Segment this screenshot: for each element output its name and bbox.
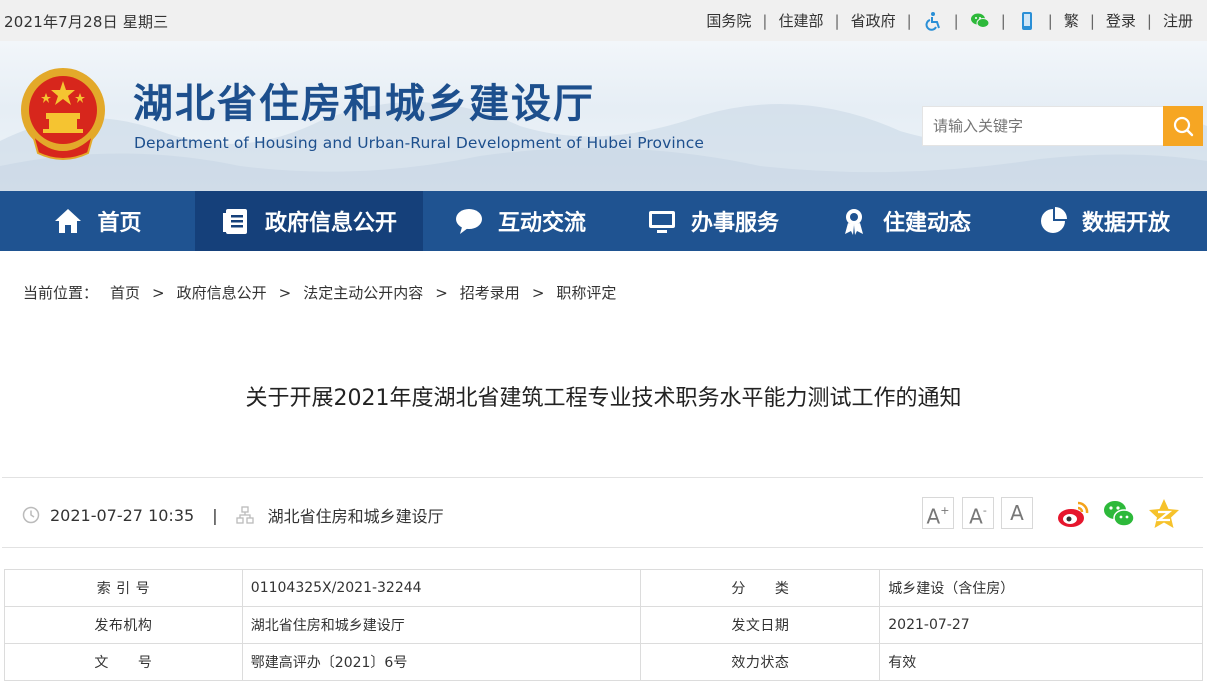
table-key: 效力状态 [640,643,881,681]
breadcrumb-item-recruitment[interactable]: 招考录用 [460,282,520,303]
national-emblem-logo [21,68,105,160]
clock-icon [22,506,40,524]
document-info-table: 索 引 号 01104325X/2021-32244 分 类 城乡建设（含住房）… [4,569,1203,681]
breadcrumb-item-home[interactable]: 首页 [110,282,140,303]
breadcrumb-arrow: > [152,283,165,302]
nav-item-label: 互动交流 [497,211,586,236]
current-date: 2021年7月28日 星期三 [4,13,169,31]
wechat-share-icon[interactable] [1102,497,1136,531]
table-key: 分 类 [640,569,881,607]
table-row: 文 号 鄂建高评办〔2021〕6号 效力状态 有效 [4,643,1203,681]
breadcrumb-item-statutory[interactable]: 法定主动公开内容 [303,282,423,303]
separator: | [1000,11,1006,30]
weibo-icon[interactable] [1056,497,1090,531]
table-row: 发布机构 湖北省住房和城乡建设厅 发文日期 2021-07-27 [4,606,1203,644]
table-key: 发文日期 [640,606,881,644]
table-value: 2021-07-27 [879,606,1203,644]
separator: | [953,11,959,30]
breadcrumb-item-gov-info[interactable]: 政府信息公开 [177,282,267,303]
link-mohurd[interactable]: 住建部 [778,10,823,31]
nav-item-gov-info[interactable]: 政府信息公开 [195,191,423,251]
nav-item-label: 首页 [97,211,142,236]
separator: | [1047,11,1053,30]
separator: | [1146,11,1152,30]
top-links: 国务院 | 住建部 | 省政府 | | | | 繁 | 登录 | 注册 [706,10,1193,31]
table-value: 湖北省住房和城乡建设厅 [241,606,642,644]
separator: | [762,11,768,30]
traditional-chinese-link[interactable]: 繁 [1064,10,1079,31]
wechat-icon[interactable] [970,11,990,31]
nav-item-label: 政府信息公开 [264,211,397,236]
publish-datetime: 2021-07-27 10:35 [50,505,195,525]
separator: | [1089,11,1095,30]
login-link[interactable]: 登录 [1106,10,1136,31]
nav-item-open-data[interactable]: 数据开放 [1001,191,1207,251]
table-row: 索 引 号 01104325X/2021-32244 分 类 城乡建设（含住房） [4,569,1203,607]
monitor-icon [648,211,675,233]
nav-item-label: 数据开放 [1081,211,1170,236]
mobile-icon[interactable] [1017,11,1037,31]
organization-icon [235,506,254,524]
qzone-star-icon[interactable] [1147,497,1181,531]
divider [2,477,1203,478]
breadcrumb: 当前位置： 首页 > 政府信息公开 > 法定主动公开内容 > 招考录用 > 职称… [23,282,616,303]
speech-bubble-icon [455,209,482,234]
font-increase-button[interactable]: A+ [922,497,954,529]
nav-item-news[interactable]: 住建动态 [809,191,1001,251]
breadcrumb-arrow: > [278,283,292,302]
publisher: 湖北省住房和城乡建设厅 [267,507,444,526]
divider [2,547,1203,548]
document-list-icon [222,209,247,234]
table-value: 01104325X/2021-32244 [241,569,642,607]
link-provincial-government[interactable]: 省政府 [851,10,896,31]
nav-item-home[interactable]: 首页 [0,191,195,251]
nav-item-services[interactable]: 办事服务 [617,191,809,251]
font-reset-button[interactable]: A [1001,497,1033,529]
separator: | [906,11,912,30]
site-subtitle: Department of Housing and Urban-Rural De… [134,134,704,152]
breadcrumb-arrow: > [435,283,448,302]
top-utility-bar: 2021年7月28日 星期三 国务院 | 住建部 | 省政府 | | | | 繁… [0,0,1207,41]
breadcrumb-lead: 当前位置： [23,284,99,302]
search-button[interactable] [1163,106,1203,146]
main-nav: 首页 政府信息公开 互动交流 办事服务 住建动态 数据开放 [0,191,1207,251]
award-ribbon-icon [844,209,863,235]
table-value: 有效 [879,643,1203,681]
breadcrumb-item-title-evaluation[interactable]: 职称评定 [556,282,616,303]
accessibility-icon[interactable] [923,11,943,31]
table-key: 发布机构 [4,606,243,644]
article-title: 关于开展2021年度湖北省建筑工程专业技术职务水平能力测试工作的通知 [245,386,962,411]
separator: | [834,11,840,30]
search-icon [1173,116,1194,137]
table-key: 文 号 [4,643,243,681]
search-input[interactable] [922,106,1164,146]
meta-divider: | [212,505,218,525]
nav-item-label: 住建动态 [882,211,971,236]
home-icon [55,209,82,233]
nav-item-interaction[interactable]: 互动交流 [423,191,617,251]
link-state-council[interactable]: 国务院 [706,10,751,31]
article-meta: 2021-07-27 10:35 | 湖北省住房和城乡建设厅 [22,503,444,527]
breadcrumb-arrow: > [531,283,545,302]
table-key: 索 引 号 [4,569,243,607]
register-link[interactable]: 注册 [1163,10,1193,31]
table-value: 城乡建设（含住房） [879,569,1203,607]
site-title: 湖北省住房和城乡建设厅 [133,80,595,127]
site-header: 湖北省住房和城乡建设厅 Department of Housing and Ur… [0,41,1207,191]
pie-chart-icon [1040,207,1067,233]
table-value: 鄂建高评办〔2021〕6号 [241,643,642,681]
font-decrease-button[interactable]: A- [962,497,994,529]
nav-item-label: 办事服务 [690,211,779,236]
